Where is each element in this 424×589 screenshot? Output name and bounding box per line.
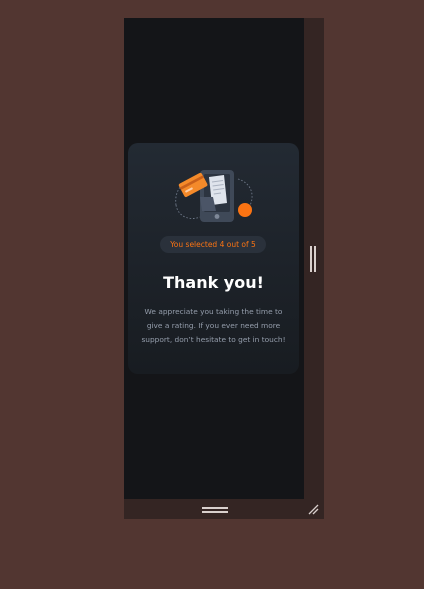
vertical-resize-grip-icon[interactable] <box>310 246 317 272</box>
thank-you-heading: Thank you! <box>163 273 264 292</box>
selected-rating-badge: You selected 4 out of 5 <box>160 236 266 253</box>
corner-resize-grip-icon[interactable] <box>306 502 320 516</box>
horizontal-resize-grip-icon[interactable] <box>202 507 228 513</box>
phone-with-card-and-receipt-illustration <box>175 170 253 222</box>
thank-you-message: We appreciate you taking the time to giv… <box>141 307 286 344</box>
thank-you-card: You selected 4 out of 5 Thank you! We ap… <box>128 143 299 374</box>
preview-viewport: You selected 4 out of 5 Thank you! We ap… <box>124 18 304 499</box>
resizable-preview-frame: You selected 4 out of 5 Thank you! We ap… <box>124 18 324 519</box>
